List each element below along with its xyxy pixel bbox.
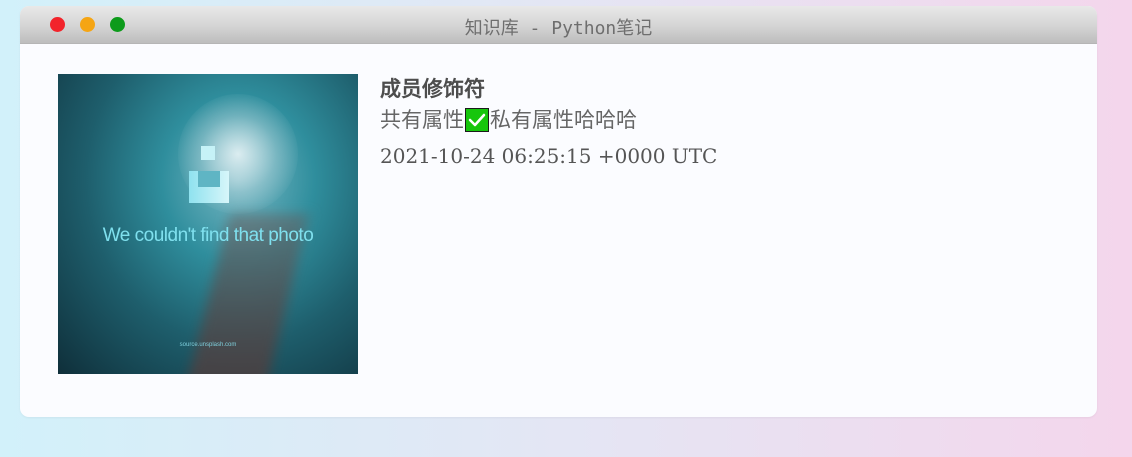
- title-bar: 知识库 - Python笔记: [20, 6, 1097, 44]
- unsplash-logo-base: [189, 171, 229, 203]
- window-title: 知识库 - Python笔记: [464, 18, 653, 39]
- photo-missing-message: We couldn't find that photo: [102, 225, 314, 246]
- entry-description: 共有属性 私有属性哈哈哈: [380, 104, 717, 136]
- app-window: 知识库 - Python笔记 We couldn't find that pho…: [20, 6, 1097, 417]
- entry-timestamp: 2021-10-24 06:25:15 +0000 UTC: [380, 144, 718, 168]
- unsplash-logo-icon: [201, 146, 215, 160]
- photo-source-text: source.unsplash.com: [179, 342, 237, 348]
- check-mark-icon: [465, 108, 489, 132]
- description-part-1: 共有属性: [380, 108, 464, 132]
- entry-thumbnail[interactable]: We couldn't find that photo source.unspl…: [58, 74, 358, 374]
- entry-info: 成员修饰符 共有属性 私有属性哈哈哈 2021-10-24 06:25:15 +…: [380, 74, 717, 176]
- description-part-2: 私有属性哈哈哈: [490, 108, 637, 132]
- entry-title[interactable]: 成员修饰符: [380, 74, 717, 104]
